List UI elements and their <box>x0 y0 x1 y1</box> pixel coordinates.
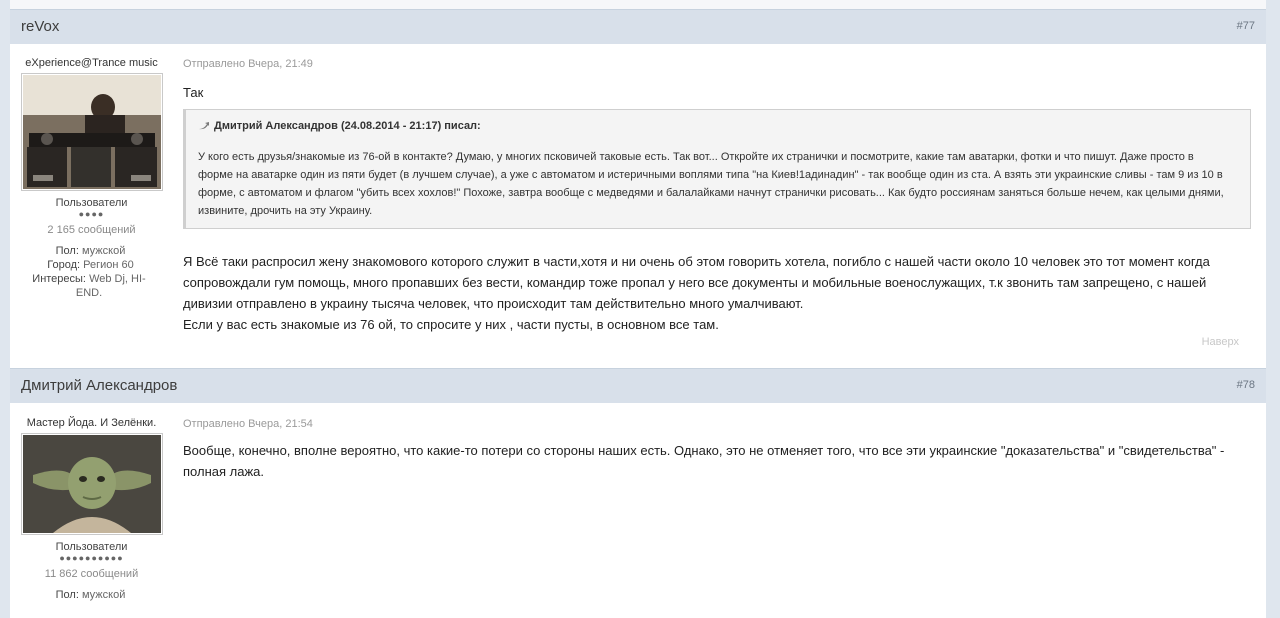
quote-line: У кого есть друзья/знакомые из 76-ой в к… <box>198 151 1194 163</box>
quote-block: Дмитрий Александров (24.08.2014 - 21:17)… <box>183 109 1251 229</box>
quote-arrow-icon[interactable] <box>198 121 210 131</box>
rank-pips: ●●●● <box>78 209 105 219</box>
author-name-link[interactable]: Дмитрий Александров <box>21 377 177 394</box>
post-header: Дмитрий Александров #78 <box>10 368 1266 403</box>
user-group: Пользователи <box>55 197 128 209</box>
author-info: Мастер Йода. И Зелёнки. Пользователи ●●●… <box>10 417 173 602</box>
interests-value: Web Dj, HI-END. <box>75 273 146 299</box>
gender-row: Пол: мужской <box>24 244 173 258</box>
quote-text: У кого есть друзья/знакомые из 76-ой в к… <box>198 148 1240 220</box>
quote-author: Дмитрий Александров (24.08.2014 - 21:17)… <box>214 120 481 132</box>
post-number-link[interactable]: #78 <box>1237 379 1255 391</box>
avatar[interactable] <box>20 73 163 191</box>
post-line: дивизии отправлено в украину тысяча чело… <box>183 296 804 311</box>
city-row: Город: Регион 60 <box>24 258 173 272</box>
city-label: Город: <box>47 259 81 271</box>
gender-label: Пол: <box>55 589 79 601</box>
quote-line: форме, с автоматом и флагом "убить всех … <box>198 187 1224 199</box>
post-body: Отправлено Вчера, 21:54 Вообще, конечно,… <box>183 418 1255 482</box>
back-to-top-link[interactable]: Наверх <box>1202 336 1239 348</box>
author-info: eXperience@Trance music Пользователи ●●●… <box>10 57 173 300</box>
post-count: 2 165 сообщений <box>47 224 136 236</box>
avatar-yoda-image <box>22 435 161 533</box>
user-group: Пользователи <box>55 541 128 553</box>
posted-date: Отправлено Вчера, 21:49 <box>183 58 313 70</box>
post-line: полная лажа. <box>183 464 264 479</box>
post-header: reVox #77 <box>10 9 1266 44</box>
forum-page: reVox #77 eXperience@Trance music Пользо <box>10 0 1266 618</box>
author-title: Мастер Йода. И Зелёнки. <box>26 417 157 429</box>
quote-line: форме на аватарке один из пяти будет (в … <box>198 169 1223 181</box>
post-count: 11 862 сообщений <box>44 568 139 580</box>
author-title: eXperience@Trance music <box>25 57 158 69</box>
profile-fields: Пол: мужской Город: Регион 60 Интересы: … <box>10 244 173 300</box>
post-intro: Так <box>183 85 204 100</box>
quote-line: извините, дрочить на эту Украину. <box>198 205 373 217</box>
gender-value: мужской <box>81 589 126 601</box>
quote-header: Дмитрий Александров (24.08.2014 - 21:17)… <box>198 120 1240 132</box>
post-text: Я Всё таки распросил жену знакомового ко… <box>183 251 1255 335</box>
avatar[interactable] <box>20 433 163 535</box>
rank-pips: ●●●●●●●●●● <box>59 553 124 563</box>
avatar-dj-image <box>22 75 161 189</box>
interests-row: Интересы: Web Dj, HI-END. <box>24 272 154 300</box>
post-line: сопровождали гум помощь, много пропавших… <box>183 275 1207 290</box>
post-line: Вообще, конечно, вполне вероятно, что ка… <box>183 443 1225 458</box>
profile-fields: Пол: мужской <box>10 588 173 602</box>
gender-value: мужской <box>81 245 126 257</box>
gender-row: Пол: мужской <box>24 588 173 602</box>
interests-label: Интересы: <box>32 273 86 285</box>
gender-label: Пол: <box>55 245 79 257</box>
author-name-link[interactable]: reVox <box>21 18 59 35</box>
post-line: Я Всё таки распросил жену знакомового ко… <box>183 254 1210 269</box>
posted-date: Отправлено Вчера, 21:54 <box>183 418 313 430</box>
post-text: Вообще, конечно, вполне вероятно, что ка… <box>183 440 1255 482</box>
post-body: Отправлено Вчера, 21:49 Так Дмитрий Алек… <box>183 58 1255 335</box>
city-value: Регион 60 <box>83 259 134 271</box>
post-line: Если у вас есть знакомые из 76 ой, то сп… <box>183 317 719 332</box>
post-number-link[interactable]: #77 <box>1237 20 1255 32</box>
